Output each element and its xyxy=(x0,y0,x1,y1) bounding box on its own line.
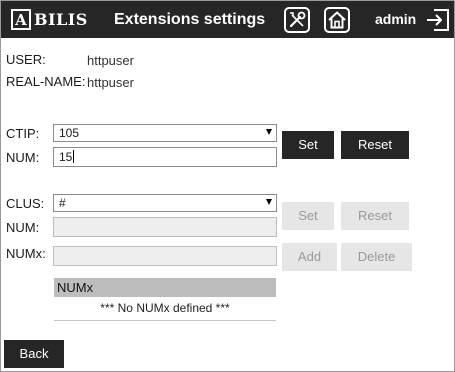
clus-set-button[interactable]: Set xyxy=(282,202,334,230)
user-value: httpuser xyxy=(87,53,134,68)
numx-add-button[interactable]: Add xyxy=(282,243,337,271)
clus-selected-value: # xyxy=(59,196,66,210)
clus-reset-button[interactable]: Reset xyxy=(341,202,409,230)
logo-mark: A xyxy=(11,9,31,30)
app-header: A BILIS Extensions settings admin xyxy=(1,1,454,38)
numx-table-divider xyxy=(54,320,276,321)
tools-icon[interactable] xyxy=(283,6,311,34)
numx-input[interactable] xyxy=(53,246,277,266)
logo-text: BILIS xyxy=(34,10,88,29)
ctip-selected-value: 105 xyxy=(59,126,80,140)
numx-delete-button[interactable]: Delete xyxy=(341,243,412,271)
clus-select[interactable]: # xyxy=(53,194,277,212)
clus-num-input[interactable] xyxy=(53,217,277,237)
numx-label: NUMx: xyxy=(6,246,46,261)
clus-label: CLUS: xyxy=(6,196,45,211)
back-button[interactable]: Back xyxy=(4,340,64,368)
chevron-down-icon xyxy=(266,199,272,205)
numx-table-header: NUMx xyxy=(54,278,276,297)
text-cursor xyxy=(73,150,75,163)
ctip-select[interactable]: 105 xyxy=(53,124,277,142)
numx-empty-message: *** No NUMx defined *** xyxy=(100,301,230,315)
ctip-reset-button[interactable]: Reset xyxy=(341,131,409,159)
ctip-num-label: NUM: xyxy=(6,150,40,165)
logout-icon[interactable] xyxy=(424,6,452,34)
ctip-label: CTIP: xyxy=(6,126,40,141)
ctip-set-button[interactable]: Set xyxy=(282,131,334,159)
realname-label: REAL-NAME: xyxy=(6,74,86,89)
home-icon[interactable] xyxy=(323,6,351,34)
user-label: USER: xyxy=(6,52,46,67)
chevron-down-icon xyxy=(266,129,272,135)
ctip-num-value: 15 xyxy=(59,150,73,164)
ctip-num-input[interactable]: 15 xyxy=(53,147,277,167)
realname-value: httpuser xyxy=(87,75,134,90)
page-title: Extensions settings xyxy=(114,11,266,28)
current-user: admin xyxy=(375,11,417,27)
clus-num-label: NUM: xyxy=(6,220,40,235)
